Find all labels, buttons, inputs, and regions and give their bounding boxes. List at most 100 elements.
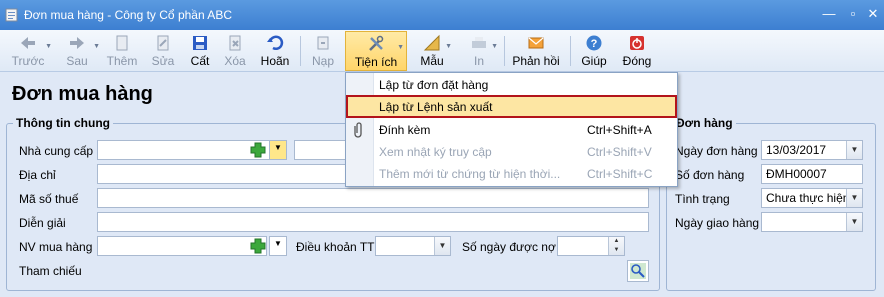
chevron-down-icon[interactable]: ▼	[434, 237, 450, 255]
staff-dropdown-button[interactable]: ▼	[269, 236, 287, 256]
payment-terms-label: Điều khoản TT	[296, 240, 375, 254]
menu-item-label: Lập từ đơn đặt hàng	[379, 78, 489, 92]
window-title: Đơn mua hàng - Công ty Cổ phần ABC	[24, 8, 232, 22]
undo-button[interactable]: Hoãn	[258, 31, 292, 71]
description-field[interactable]	[97, 212, 649, 232]
template-button[interactable]: Mẫu ▼	[414, 31, 452, 71]
menu-item-create-from-order[interactable]: Lập từ đơn đặt hàng	[346, 74, 677, 96]
add-button[interactable]: Thêm	[104, 31, 140, 71]
app-icon	[5, 8, 18, 22]
staff-field[interactable]	[97, 236, 267, 256]
delivery-date-field[interactable]: ▼	[761, 212, 863, 232]
tools-icon	[369, 35, 384, 51]
post-label: Nạp	[311, 54, 334, 68]
status-value: Chưa thực hiện	[766, 191, 850, 205]
reference-search-button[interactable]	[627, 260, 649, 282]
title-bar: Đơn mua hàng - Công ty Cổ phần ABC — ▫ ✕	[0, 0, 884, 30]
tax-code-label: Mã số thuế	[19, 192, 79, 206]
template-label: Mẫu	[420, 54, 444, 68]
next-label: Sau	[66, 54, 88, 68]
calendar-dropdown-icon[interactable]: ▼	[846, 213, 862, 231]
back-label: Trước	[11, 54, 45, 68]
order-date-label: Ngày đơn hàng	[675, 144, 758, 158]
post-button[interactable]: Nạp	[308, 31, 338, 71]
supplier-name-field[interactable]	[294, 140, 346, 160]
close-window-button[interactable]: ✕	[864, 6, 882, 22]
menu-item-attach[interactable]: Đính kèm Ctrl+Shift+A	[346, 119, 677, 141]
general-info-legend: Thông tin chung	[13, 116, 113, 130]
order-number-value: ĐMH00007	[766, 167, 827, 181]
description-label: Diễn giải	[19, 216, 66, 230]
undo-label: Hoãn	[260, 54, 290, 68]
floppy-disk-icon	[193, 36, 207, 50]
menu-item-shortcut: Ctrl+Shift+C	[587, 167, 653, 181]
help-button[interactable]: ? Giúp	[578, 31, 610, 71]
status-select[interactable]: Chưa thực hiện ▼	[761, 188, 863, 208]
delete-label: Xóa	[224, 54, 246, 68]
utilities-button[interactable]: Tiện ích ▼	[345, 31, 407, 71]
order-number-field[interactable]: ĐMH00007	[761, 164, 863, 184]
feedback-label: Phản hồi	[512, 54, 560, 68]
chevron-down-icon[interactable]: ▼	[846, 189, 862, 207]
search-icon	[630, 263, 646, 279]
maximize-button[interactable]: ▫	[844, 6, 862, 22]
back-button[interactable]: Trước ▼	[6, 31, 52, 71]
ruler-icon	[423, 34, 440, 51]
menu-item-copy-from-current[interactable]: Thêm mới từ chứng từ hiện thời... Ctrl+S…	[346, 163, 677, 185]
arrow-right-icon	[70, 37, 84, 49]
tax-code-field[interactable]	[97, 188, 649, 208]
spinner-icon[interactable]: ▲ ▼	[608, 237, 624, 255]
feedback-button[interactable]: Phản hồi	[510, 31, 562, 71]
print-label: In	[473, 54, 484, 68]
staff-label: NV mua hàng	[19, 240, 93, 254]
credit-days-label: Số ngày được nợ	[462, 240, 556, 254]
post-icon	[317, 36, 329, 50]
order-date-value: 13/03/2017	[766, 143, 827, 157]
menu-item-create-from-production-order[interactable]: Lập từ Lệnh sản xuất	[346, 95, 677, 118]
edit-icon	[157, 35, 169, 51]
print-button[interactable]: In ▼	[462, 31, 498, 71]
status-label: Tình trạng	[675, 192, 730, 206]
add-staff-icon[interactable]	[249, 237, 267, 255]
menu-item-view-access-log[interactable]: Xem nhật ký truy cập Ctrl+Shift+V	[346, 141, 677, 163]
add-label: Thêm	[106, 54, 138, 68]
delete-button[interactable]: Xóa	[220, 31, 250, 71]
order-legend: Đơn hàng	[673, 116, 736, 130]
edit-button[interactable]: Sửa	[148, 31, 178, 71]
save-label: Cất	[190, 54, 210, 68]
menu-item-label: Xem nhật ký truy cập	[379, 145, 492, 159]
add-supplier-icon[interactable]	[249, 141, 267, 159]
new-document-icon	[116, 35, 128, 51]
utilities-menu: Lập từ đơn đặt hàng Lập từ Lệnh sản xuất…	[345, 72, 678, 187]
power-icon	[630, 36, 644, 50]
edit-label: Sửa	[151, 54, 175, 68]
help-icon: ?	[586, 35, 602, 51]
next-button[interactable]: Sau ▼	[56, 31, 100, 71]
page-title: Đơn mua hàng	[12, 83, 153, 105]
order-date-field[interactable]: 13/03/2017 ▼	[761, 140, 863, 160]
delivery-date-label: Ngày giao hàng	[675, 216, 760, 230]
undo-icon	[267, 35, 284, 50]
menu-item-label: Đính kèm	[379, 123, 431, 137]
calendar-dropdown-icon[interactable]: ▼	[846, 141, 862, 159]
save-button[interactable]: Cất	[186, 31, 214, 71]
arrow-left-icon	[21, 37, 35, 49]
payment-terms-field[interactable]: ▼	[375, 236, 451, 256]
utilities-label: Tiện ích	[354, 55, 398, 69]
printer-icon	[472, 37, 486, 48]
delete-icon	[229, 35, 241, 51]
minimize-button[interactable]: —	[820, 6, 838, 22]
paperclip-icon	[354, 122, 362, 138]
svg-text:?: ?	[591, 38, 598, 50]
credit-days-stepper[interactable]: ▲ ▼	[557, 236, 625, 256]
supplier-label: Nhà cung cấp	[19, 144, 94, 158]
address-label: Địa chỉ	[19, 168, 56, 182]
menu-item-shortcut: Ctrl+Shift+A	[587, 123, 652, 137]
supplier-dropdown-button[interactable]: ▼	[269, 140, 287, 160]
close-label: Đóng	[622, 54, 652, 68]
toolbar: Trước ▼ Sau ▼ Thêm Sửa Cất Xóa Hoãn Nạp Ti…	[0, 30, 884, 72]
menu-item-label: Thêm mới từ chứng từ hiện thời...	[379, 167, 561, 181]
menu-item-label: Lập từ Lệnh sản xuất	[379, 100, 493, 114]
envelope-icon	[528, 37, 544, 49]
close-button[interactable]: Đóng	[618, 31, 656, 71]
